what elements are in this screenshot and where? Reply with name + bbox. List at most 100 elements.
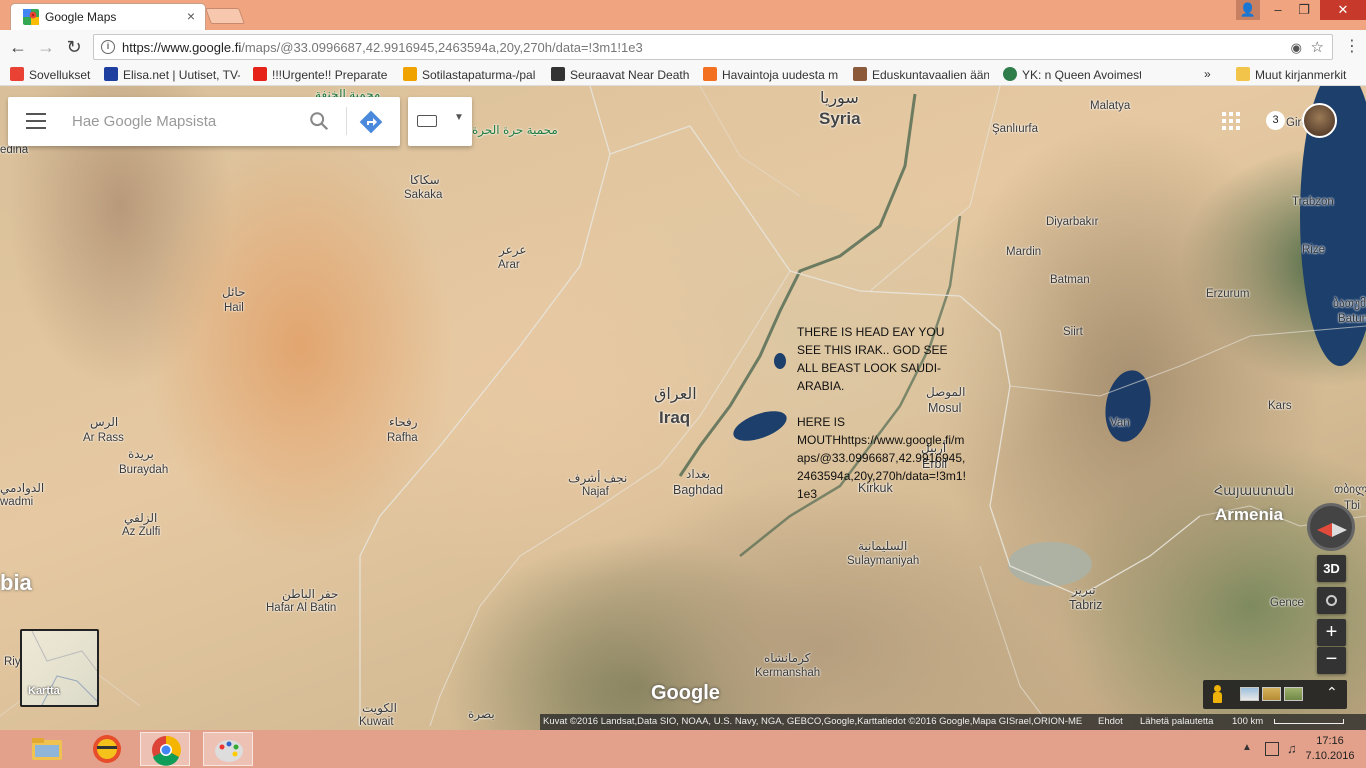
chrome-menu-icon[interactable]: ⋮ <box>1344 36 1360 56</box>
label-gence[interactable]: Gence <box>1270 597 1304 610</box>
label-erzurum[interactable]: Erzurum <box>1206 288 1249 301</box>
menu-icon[interactable] <box>26 113 46 129</box>
label-batumi-georgian[interactable]: ბათუმი <box>1333 298 1366 311</box>
3d-toggle-button[interactable]: 3D <box>1317 555 1346 582</box>
label-dawadmi-arabic[interactable]: الدوادمي <box>0 482 44 495</box>
label-sakaka-arabic[interactable]: سكاكا <box>410 174 440 187</box>
photo-thumbnail[interactable] <box>1284 687 1303 701</box>
label-kermanshah-arabic[interactable]: کرمانشاه <box>764 652 810 665</box>
info-icon[interactable]: i <box>101 40 115 54</box>
label-kuwait-arabic[interactable]: الكويت <box>362 702 397 715</box>
address-bar[interactable]: i https://www.google.fi/maps/@33.0996687… <box>93 34 1333 60</box>
label-reserve-arabic[interactable]: محمية حرة الحرة <box>472 124 558 137</box>
feedback-link[interactable]: Lähetä palautetta <box>1140 714 1213 730</box>
label-batumi[interactable]: Batum <box>1338 313 1366 326</box>
label-sulaymaniyah-arabic[interactable]: السليمانية <box>858 540 907 553</box>
label-arar-arabic[interactable]: عرعر <box>499 244 527 257</box>
label-kuwait[interactable]: Kuwait <box>359 716 394 729</box>
label-baghdad[interactable]: Baghdad <box>673 484 723 497</box>
label-az-zulfi[interactable]: Az Zulfi <box>122 526 160 539</box>
back-arrow-icon[interactable]: ← <box>7 37 29 58</box>
bookmark-apps[interactable]: Sovellukset <box>10 67 98 82</box>
new-tab-button[interactable] <box>205 8 245 24</box>
label-riyadh[interactable]: Riy <box>4 656 21 669</box>
label-sulaymaniyah[interactable]: Sulaymaniyah <box>847 555 919 568</box>
label-syria-arabic[interactable]: سوريا <box>820 91 859 107</box>
label-baghdad-arabic[interactable]: بغداد <box>686 468 710 481</box>
label-iraq-arabic[interactable]: العراق <box>654 387 697 403</box>
user-icon[interactable]: 👤 <box>1236 0 1260 20</box>
label-najaf-arabic[interactable]: نجف أشرف <box>568 472 627 485</box>
label-dawadmi[interactable]: wadmi <box>0 496 33 509</box>
label-buraydah-arabic[interactable]: بريدة <box>128 448 154 461</box>
zoom-out-button[interactable]: − <box>1317 647 1346 674</box>
label-hail-arabic[interactable]: حائل <box>222 286 246 299</box>
label-ar-rass-arabic[interactable]: الرس <box>90 416 118 429</box>
tab-google-maps[interactable]: Google Maps × <box>10 3 206 30</box>
other-bookmarks-folder[interactable]: Muut kirjanmerkit <box>1236 67 1364 82</box>
chrome-taskbar-button[interactable] <box>140 732 190 766</box>
label-syria[interactable]: Syria <box>819 110 861 127</box>
maximize-button[interactable]: ❐ <box>1292 0 1316 20</box>
label-batman[interactable]: Batman <box>1050 274 1090 287</box>
label-malatya[interactable]: Malatya <box>1090 100 1130 113</box>
bookmark-eduskuntavaalien[interactable]: Eduskuntavaalien ään <box>853 67 989 82</box>
system-clock[interactable]: 17:16 7.10.2016 <box>1300 734 1360 764</box>
label-tabriz-arabic[interactable]: تبریز <box>1072 584 1096 597</box>
bookmark-sotilastapaturma[interactable]: Sotilastapaturma-/pal <box>403 67 539 82</box>
bookmark-star-icon[interactable]: ☆ <box>1311 38 1324 56</box>
pegman-icon[interactable] <box>1212 685 1222 703</box>
reload-icon[interactable]: ↻ <box>63 37 85 58</box>
tab-close-icon[interactable]: × <box>187 8 195 24</box>
label-buraydah[interactable]: Buraydah <box>119 464 168 477</box>
directions-icon[interactable] <box>359 110 383 134</box>
label-armenia-armenian[interactable]: Հայաստան <box>1214 484 1294 497</box>
minimize-button[interactable]: – <box>1266 0 1290 20</box>
label-armenia[interactable]: Armenia <box>1215 506 1283 523</box>
label-hail[interactable]: Hail <box>224 302 244 315</box>
label-saudi-arabia[interactable]: bia <box>0 572 32 594</box>
location-blocked-icon[interactable]: ◉ <box>1291 40 1302 56</box>
close-window-button[interactable]: ✕ <box>1320 0 1366 20</box>
paint-taskbar-button[interactable] <box>203 732 253 766</box>
label-tbilisi-georgian[interactable]: თბილ <box>1334 484 1366 497</box>
notification-badge[interactable]: 3 <box>1266 111 1285 130</box>
bookmark-yk[interactable]: YK: n Queen Avoimest <box>1003 67 1141 82</box>
search-icon[interactable] <box>308 110 330 132</box>
bookmark-havaintoja[interactable]: Havaintoja uudesta m <box>703 67 839 82</box>
label-ar-rass[interactable]: Ar Rass <box>83 432 124 445</box>
forward-arrow-icon[interactable]: → <box>35 37 57 58</box>
label-najaf[interactable]: Najaf <box>582 486 609 499</box>
search-input[interactable]: Hae Google Mapsista <box>72 113 216 130</box>
label-az-zulfi-arabic[interactable]: الزلفي <box>124 512 157 525</box>
compass-control[interactable] <box>1307 503 1355 551</box>
tray-expand-icon[interactable]: ▲ <box>1242 742 1252 753</box>
label-trabzon[interactable]: Trabzon <box>1292 196 1334 209</box>
apps-grid-icon[interactable] <box>1222 112 1240 130</box>
label-rize[interactable]: Rize <box>1302 244 1325 257</box>
label-diyarbakir[interactable]: Diyarbakır <box>1046 216 1098 229</box>
zoom-in-button[interactable]: + <box>1317 619 1346 646</box>
bookmarks-overflow-button[interactable]: » <box>1204 67 1218 81</box>
label-rafha-arabic[interactable]: رفحاء <box>389 416 418 429</box>
label-sanliurfa[interactable]: Şanlıurfa <box>992 123 1038 136</box>
expand-up-icon[interactable]: ⌃ <box>1326 684 1338 701</box>
satellite-map[interactable]: سوريا Syria العراق Iraq Հայաստան Armenia… <box>0 86 1366 730</box>
volume-icon[interactable]: ♫ <box>1287 741 1297 756</box>
bookmark-elisa[interactable]: Elisa.net | Uutiset, TV- <box>104 67 240 82</box>
my-location-button[interactable] <box>1317 587 1346 614</box>
label-sakaka[interactable]: Sakaka <box>404 189 442 202</box>
label-arar[interactable]: Arar <box>498 259 520 272</box>
label-hafar-arabic[interactable]: حفر الباطن <box>282 588 338 601</box>
bookmark-youtube[interactable]: !!!Urgente!! Preparate <box>253 67 389 82</box>
label-siirt[interactable]: Siirt <box>1063 326 1083 339</box>
input-tools-button[interactable]: ▼ <box>408 97 472 146</box>
label-kars[interactable]: Kars <box>1268 400 1292 413</box>
avatar[interactable] <box>1302 103 1337 138</box>
bookmark-near-death[interactable]: Seuraavat Near Death <box>551 67 691 82</box>
label-van[interactable]: Van <box>1110 417 1130 430</box>
label-tabriz[interactable]: Tabriz <box>1069 599 1102 612</box>
photo-thumbnail[interactable] <box>1240 687 1259 701</box>
map-type-toggle[interactable]: Kartta <box>20 629 99 707</box>
app-button[interactable] <box>82 732 132 766</box>
